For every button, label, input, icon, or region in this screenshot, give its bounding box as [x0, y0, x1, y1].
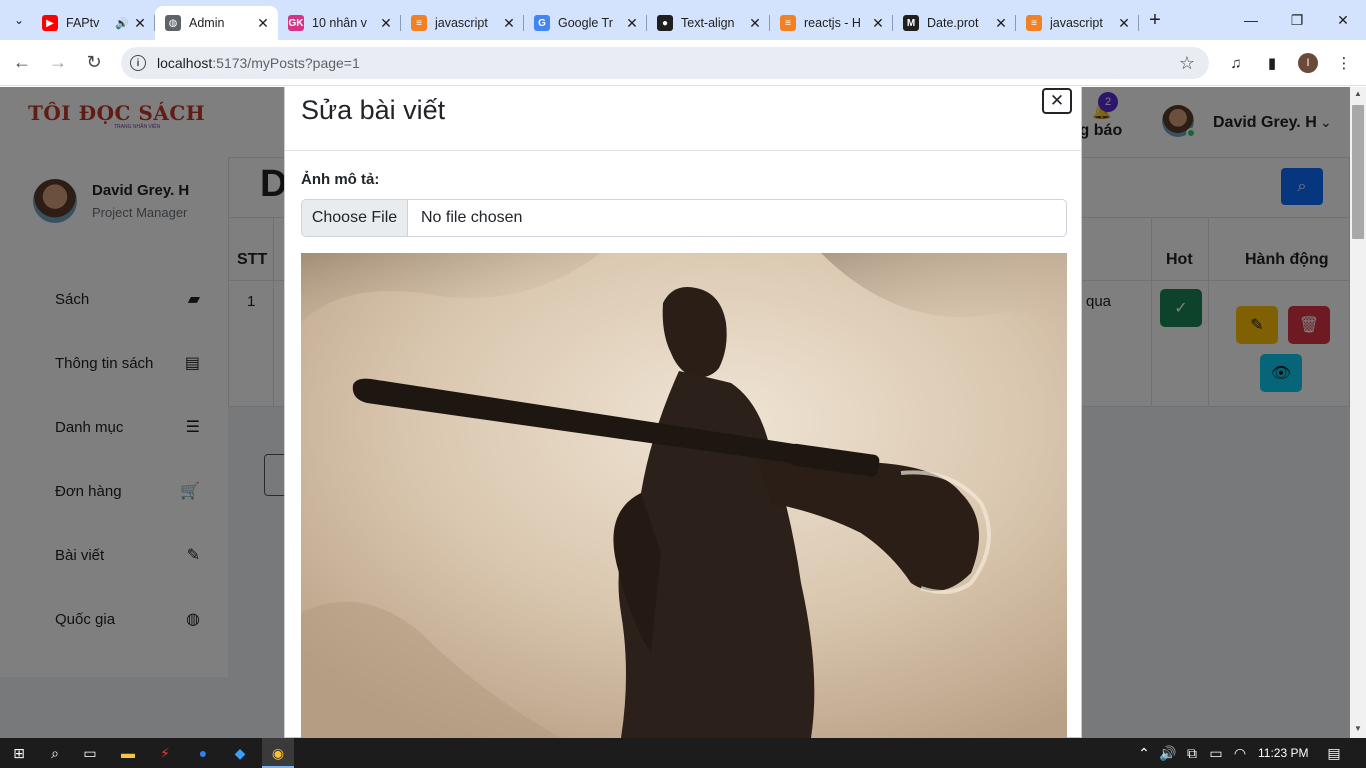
scroll-down-arrow-icon[interactable]: ▼ — [1350, 724, 1366, 736]
tab-title: Text-align — [681, 16, 735, 30]
file-explorer-icon[interactable]: ▬ — [118, 743, 138, 763]
bookmark-star-icon[interactable]: ☆ — [1179, 53, 1195, 74]
task-view-icon[interactable]: ▭ — [80, 743, 100, 763]
url-text[interactable]: localhost:5173/myPosts?page=1 — [157, 55, 360, 71]
vscode-icon[interactable]: ◆ — [230, 743, 250, 763]
address-bar: ← → ↻ i localhost:5173/myPosts?page=1 ☆ — [0, 40, 1366, 86]
chrome-icon[interactable]: ◉ — [268, 743, 288, 763]
tab-title: Google Tr — [558, 16, 613, 30]
profile-avatar: I — [1298, 53, 1318, 73]
modal-header: Sửa bài viết ✕ — [285, 87, 1081, 151]
search-icon[interactable]: ⌕ — [45, 743, 65, 763]
edit-post-modal: Sửa bài viết ✕ Ảnh mô tả: Choose File No… — [284, 87, 1082, 738]
tab-title: reactjs - H — [804, 16, 861, 30]
tab-audio-icon[interactable]: 🔊 — [115, 17, 129, 30]
new-tab-button[interactable]: + — [1141, 9, 1169, 32]
notification-center-icon[interactable]: ▤ — [1324, 743, 1344, 763]
tab-close-icon[interactable]: ✕ — [133, 15, 147, 32]
browser-tab[interactable]: ◍ Admin ✕ — [155, 6, 278, 40]
image-preview — [301, 253, 1067, 738]
swordsman-silhouette-image — [301, 253, 1067, 738]
tab-title: Date.prot — [927, 16, 979, 30]
image-file-input[interactable]: Choose File No file chosen — [301, 199, 1067, 237]
page-scrollbar[interactable]: ▲ ▼ — [1350, 87, 1366, 738]
url-path: :5173/myPosts?page=1 — [212, 55, 360, 71]
browser-tab[interactable]: ● Text-align ✕ — [647, 6, 770, 40]
browser-tab[interactable]: G Google Tr ✕ — [524, 6, 647, 40]
close-window-button[interactable]: ✕ — [1320, 0, 1366, 40]
tab-close-icon[interactable]: ✕ — [871, 15, 885, 32]
taskbar-clock[interactable]: 11:23 PM — [1258, 746, 1308, 760]
modal-close-button[interactable]: ✕ — [1042, 88, 1072, 114]
browser-tab[interactable]: ≡ reactjs - H ✕ — [770, 6, 893, 40]
image-field-label: Ảnh mô tả: — [301, 171, 380, 188]
forward-button[interactable]: → — [40, 45, 76, 81]
tab-close-icon[interactable]: ✕ — [625, 15, 639, 32]
gk-icon: GK — [288, 15, 304, 31]
stackoverflow-icon: ≡ — [411, 15, 427, 31]
minimize-button[interactable]: — — [1228, 0, 1274, 40]
file-status-text: No file chosen — [421, 209, 523, 226]
chevron-up-icon[interactable]: ⌃ — [1134, 743, 1154, 763]
side-panel-icon[interactable]: ▮ — [1259, 50, 1285, 76]
chrome-menu-icon[interactable]: ⋮ — [1331, 50, 1357, 76]
tab-close-icon[interactable]: ✕ — [502, 15, 516, 32]
scroll-thumb[interactable] — [1352, 105, 1364, 239]
tab-close-icon[interactable]: ✕ — [379, 15, 393, 32]
google-translate-icon: G — [534, 15, 550, 31]
tab-title: 10 nhân v — [312, 16, 367, 30]
battery-icon[interactable]: ▭ — [1206, 743, 1226, 763]
filezilla-icon[interactable]: ⚡ — [155, 743, 175, 763]
stackoverflow-icon: ≡ — [1026, 15, 1042, 31]
nearby-share-icon[interactable]: ⧉ — [1182, 743, 1202, 763]
omnibox[interactable]: i localhost:5173/myPosts?page=1 ☆ — [121, 47, 1209, 79]
tab-separator — [1138, 15, 1139, 31]
youtube-icon: ▶ — [42, 15, 58, 31]
tab-list: ▶ FAPtv 🔊 ✕ ◍ Admin ✕ GK 10 nhân v ✕ ≡ javascript ✕ G… — [32, 0, 1139, 40]
stackoverflow-icon: ≡ — [780, 15, 796, 31]
mdn-icon: M — [903, 15, 919, 31]
wifi-icon[interactable]: ◠ — [1230, 743, 1250, 763]
browser-tabstrip: ⌄ ▶ FAPtv 🔊 ✕ ◍ Admin ✕ GK 10 nhân v ✕ ≡ javascript… — [0, 0, 1366, 40]
browser-tab[interactable]: ▶ FAPtv 🔊 ✕ — [32, 6, 155, 40]
tab-title: Admin — [189, 16, 225, 30]
back-button[interactable]: ← — [4, 45, 40, 81]
browser-tab[interactable]: ≡ javascript ✕ — [1016, 6, 1139, 40]
browser-tab[interactable]: ≡ javascript ✕ — [401, 6, 524, 40]
tab-close-icon[interactable]: ✕ — [1117, 15, 1131, 32]
site-info-icon[interactable]: i — [130, 55, 146, 71]
reload-button[interactable]: ↻ — [76, 45, 112, 81]
choose-file-button[interactable]: Choose File — [302, 200, 408, 236]
admin-page: TÔI ĐỌC SÁCH TRANG NHÂN VIÊN 🔔 2 ông báo… — [0, 87, 1350, 738]
url-host: localhost — [157, 55, 213, 71]
tab-search-icon[interactable]: ⌄ — [6, 7, 32, 33]
tab-close-icon[interactable]: ✕ — [256, 15, 270, 32]
scroll-up-arrow-icon[interactable]: ▲ — [1350, 89, 1366, 101]
browser-tab[interactable]: M Date.prot ✕ — [893, 6, 1016, 40]
modal-title: Sửa bài viết — [301, 95, 446, 125]
tab-title: javascript — [1050, 16, 1103, 30]
speaker-icon[interactable]: 🔊 — [1158, 743, 1178, 763]
restore-button[interactable]: ❐ — [1274, 0, 1320, 40]
globe-icon: ◍ — [165, 15, 181, 31]
zalo-icon[interactable]: ● — [193, 743, 213, 763]
tab-title: javascript — [435, 16, 488, 30]
tab-close-icon[interactable]: ✕ — [748, 15, 762, 32]
windows-taskbar: ⊞ ⌕ ▭ ▬ ⚡ ● ◆ ◉ ⌃ 🔊 ⧉ ▭ ◠ 11:23 PM ▤ — [0, 738, 1366, 768]
windows-start-icon[interactable]: ⊞ — [9, 743, 29, 763]
github-icon: ● — [657, 15, 673, 31]
tab-title: FAPtv — [66, 16, 100, 30]
tab-close-icon[interactable]: ✕ — [994, 15, 1008, 32]
profile-button[interactable]: I — [1295, 50, 1321, 76]
media-control-icon[interactable]: ♫ — [1223, 50, 1249, 76]
browser-tab[interactable]: GK 10 nhân v ✕ — [278, 6, 401, 40]
